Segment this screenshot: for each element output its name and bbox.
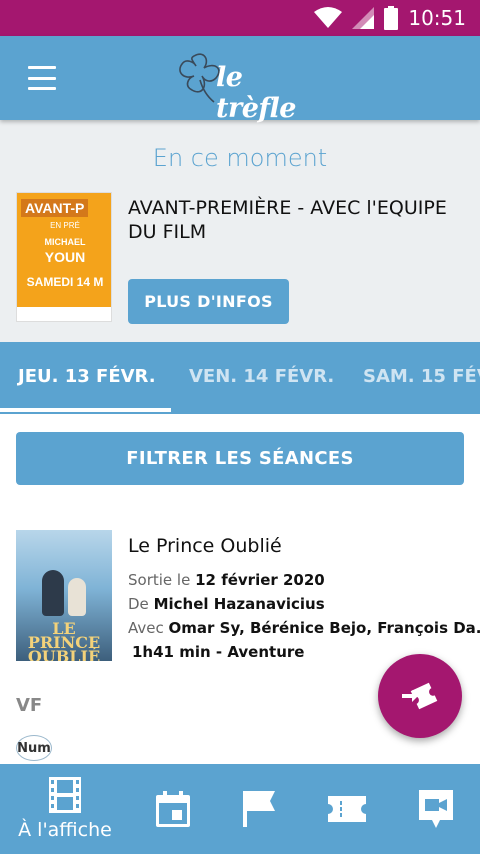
film-title[interactable]: Le Prince Oublié (128, 535, 282, 557)
cast-names: Omar Sy, Bérénice Bejo, François Da... (168, 619, 480, 637)
director-name: Michel Hazanavicius (153, 595, 325, 613)
ticket-fab-button[interactable] (378, 654, 462, 738)
premiere-title[interactable]: AVANT-PREMIÈRE - AVEC l'EQUIPE DU FILM (128, 196, 468, 244)
nav-trailers[interactable] (392, 764, 480, 854)
bottom-nav: À l'affiche (0, 764, 480, 854)
ticket-forward-icon (402, 682, 438, 710)
nav-events[interactable] (216, 764, 302, 854)
menu-button[interactable] (22, 62, 62, 94)
nav-tickets[interactable] (302, 764, 392, 854)
poster-headline: AVANT-P (21, 199, 89, 217)
cast-line: Avec Omar Sy, Bérénice Bejo, François Da… (128, 619, 480, 637)
release-line: Sortie le 12 février 2020 (128, 571, 325, 589)
ticket-icon (328, 796, 366, 822)
logo[interactable]: le trèfle (174, 50, 314, 124)
video-message-icon (419, 790, 453, 828)
film-strip-icon (49, 777, 81, 813)
poster-firstname: MICHAEL (44, 237, 86, 247)
poster-figure (42, 570, 64, 616)
film-poster[interactable]: LE PRINCE OUBLIÉ (16, 530, 112, 661)
poster-logos (17, 307, 111, 321)
tab-saturday[interactable]: SAM. 15 FÉV (363, 366, 480, 387)
flag-icon (243, 791, 275, 827)
filter-sessions-button[interactable]: FILTRER LES SÉANCES (16, 432, 464, 485)
release-prefix: Sortie le (128, 571, 191, 589)
calendar-icon (156, 791, 190, 827)
cast-prefix: Avec (128, 619, 164, 637)
nav-now-showing-label: À l'affiche (18, 819, 112, 841)
poster-lastname: YOUN (44, 249, 86, 265)
poster-film-title: LE PRINCE OUBLIÉ (27, 619, 101, 662)
poster-subline: EN PRÉ (50, 221, 80, 230)
premiere-poster[interactable]: AVANT-P EN PRÉ MICHAEL YOUN SAMEDI 14 M (16, 192, 112, 322)
section-title: En ce moment (152, 144, 328, 172)
director-line: De Michel Hazanavicius (128, 595, 325, 613)
logo-text: le trèfle (216, 62, 296, 124)
nav-now-showing[interactable]: À l'affiche (0, 764, 130, 854)
version-label: VF (16, 695, 43, 716)
date-tabs: JEU. 13 FÉVR. VEN. 14 FÉVR. SAM. 15 FÉV (0, 342, 480, 414)
tab-thursday[interactable]: JEU. 13 FÉVR. (18, 366, 156, 387)
digital-badge: Num (16, 735, 52, 761)
more-info-button[interactable]: PLUS D'INFOS (128, 279, 289, 324)
poster-figure (68, 578, 86, 616)
nav-calendar[interactable] (130, 764, 216, 854)
tab-friday[interactable]: VEN. 14 FÉVR. (189, 366, 334, 387)
wifi-icon (314, 7, 343, 28)
director-prefix: De (128, 595, 149, 613)
now-section: En ce moment AVANT-P EN PRÉ MICHAEL YOUN… (0, 120, 480, 342)
film-duration-genre: 1h41 min - Aventure (132, 643, 305, 661)
app-bar: le trèfle (0, 36, 480, 124)
status-time: 10:51 (408, 6, 466, 30)
tab-indicator (0, 408, 171, 412)
menu-icon (28, 66, 56, 69)
battery-icon (384, 6, 399, 30)
cell-signal-icon (352, 7, 375, 29)
poster-date: SAMEDI 14 M (26, 275, 104, 289)
status-bar: 10:51 (0, 0, 480, 36)
release-date: 12 février 2020 (195, 571, 325, 589)
